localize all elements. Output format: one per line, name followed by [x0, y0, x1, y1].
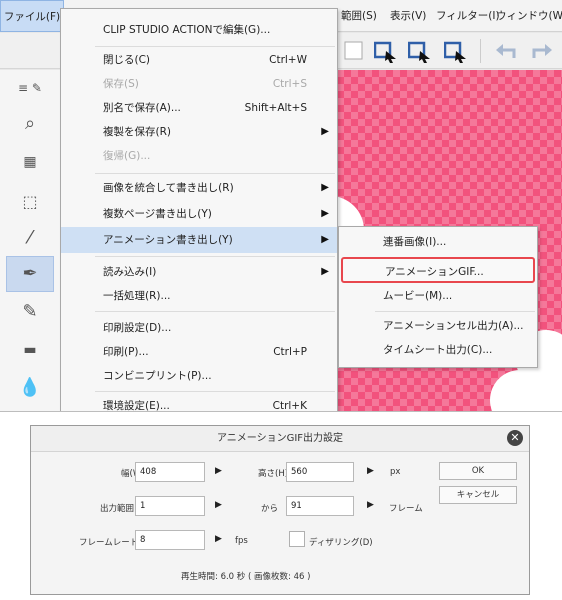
figure-icon: ▬ [23, 342, 37, 358]
menu-item-convenience-print[interactable]: コンビニプリント(P)... [61, 363, 337, 389]
zoom-tool[interactable]: ⌕ [6, 106, 54, 142]
submenu-item-sequence[interactable]: 連番画像(I)... [339, 229, 537, 255]
submenu-item-movie[interactable]: ムービー(M)... [339, 283, 537, 309]
menu-item-import[interactable]: 読み込み(I) ▶ [61, 259, 337, 285]
menu-item-batch[interactable]: 一括処理(R)... [61, 283, 337, 309]
size-unit: px [390, 467, 401, 477]
screenshot-stage: ファイル(F) 範囲(S) 表示(V) フィルター(I) ウィンドウ(W) ≡ … [0, 0, 562, 600]
submenu-arrow-icon: ▶ [321, 126, 329, 137]
menu-window[interactable]: ウィンドウ(W) [496, 0, 562, 32]
menu-item-export-merged[interactable]: 画像を統合して書き出し(R) ▶ [61, 175, 337, 201]
submenu-item-animated-gif[interactable]: アニメーションGIF... [341, 257, 535, 283]
submenu-arrow-icon: ▶ [321, 208, 329, 219]
close-icon[interactable]: ✕ [507, 430, 523, 446]
brush-icon: ✎ [22, 301, 38, 322]
select-layer-icon[interactable] [374, 41, 398, 63]
framerate-input[interactable]: 8 [135, 530, 205, 550]
selection-tool[interactable]: ⬚ [6, 184, 54, 220]
menu-item-print[interactable]: 印刷(P)... Ctrl+P [61, 339, 337, 365]
file-menu: CLIP STUDIO ACTIONで編集(G)... 閉じる(C) Ctrl+W… [60, 8, 338, 411]
menu-filter[interactable]: フィルター(I) [436, 0, 500, 32]
menu-view[interactable]: 表示(V) [390, 0, 426, 32]
dialog-title: アニメーションGIF出力設定 [31, 426, 529, 452]
select-layer-icon-2[interactable] [408, 41, 432, 63]
submenu-arrow-icon: ▶ [321, 234, 329, 245]
redo-icon[interactable] [530, 42, 554, 60]
figure-tool[interactable]: ▬ [6, 332, 54, 368]
width-spin-icon[interactable]: ▶ [215, 466, 222, 476]
menu-separator [95, 173, 335, 174]
menu-item-edit-action[interactable]: CLIP STUDIO ACTIONで編集(G)... [61, 17, 337, 43]
width-input[interactable]: 408 [135, 462, 205, 482]
submenu-item-timesheet[interactable]: タイムシート出力(C)... [339, 337, 537, 363]
selection-icon: ⬚ [22, 192, 38, 211]
gif-export-dialog: アニメーションGIF出力設定 ✕ 幅(W): 408 ▶ 高さ(H): 560 … [30, 425, 530, 595]
clip-studio-app: ファイル(F) 範囲(S) 表示(V) フィルター(I) ウィンドウ(W) ≡ … [0, 0, 562, 412]
range-label: 出力範囲 [100, 504, 135, 514]
framerate-spin-icon[interactable]: ▶ [215, 534, 222, 544]
range-unit: フレーム [389, 504, 423, 514]
menu-file[interactable]: ファイル(F) [0, 0, 64, 32]
cancel-button[interactable]: キャンセル [439, 486, 517, 504]
pen-icon: ✒ [22, 263, 38, 284]
eyedropper-icon: ⁄ [28, 227, 32, 248]
menu-item-export-pages[interactable]: 複数ページ書き出し(Y) ▶ [61, 201, 337, 227]
range-to-input[interactable]: 91 [286, 496, 354, 516]
menu-item-print-settings[interactable]: 印刷設定(D)... [61, 315, 337, 341]
range-to-label: から [261, 504, 279, 514]
submenu-arrow-icon: ▶ [321, 182, 329, 193]
layer-move-tool[interactable]: ▦ [6, 144, 54, 180]
zoom-icon: ⌕ [24, 113, 36, 134]
submenu-arrow-icon: ▶ [321, 266, 329, 277]
menu-separator [375, 311, 535, 312]
animation-export-submenu: 連番画像(I)... アニメーションGIF... ムービー(M)... アニメー… [338, 226, 538, 368]
range-from-spin-icon[interactable]: ▶ [215, 500, 222, 510]
layer-icon: ▦ [23, 154, 37, 170]
select-layer-icon-3[interactable] [444, 41, 468, 63]
submenu-item-cell-output[interactable]: アニメーションセル出力(A)... [339, 313, 537, 339]
tool-panel: ≡ ✎ ⌕ ▦ ⬚ ⁄ ✒ ✎ ▬ 💧 [0, 70, 62, 411]
menu-item-save[interactable]: 保存(S) Ctrl+S [61, 71, 337, 97]
menu-item-export-animation[interactable]: アニメーション書き出し(Y) ▶ [61, 227, 337, 253]
framerate-unit: fps [235, 536, 248, 546]
menu-separator [95, 311, 335, 312]
menu-item-close[interactable]: 閉じる(C) Ctrl+W [61, 47, 337, 73]
dither-checkbox[interactable] [289, 531, 305, 547]
range-to-spin-icon[interactable]: ▶ [367, 500, 374, 510]
menu-separator [95, 391, 335, 392]
toolbar-divider [480, 39, 481, 63]
range-from-input[interactable]: 1 [135, 496, 205, 516]
playback-info: 再生時間: 6.0 秒 ( 画像枚数: 46 ) [181, 572, 311, 582]
height-spin-icon[interactable]: ▶ [367, 466, 374, 476]
dither-label: ディザリング(D) [309, 538, 373, 548]
menu-item-preferences[interactable]: 環境設定(E)... Ctrl+K [61, 393, 337, 411]
menu-item-save-copy[interactable]: 複製を保存(R) ▶ [61, 119, 337, 145]
menu-separator [95, 256, 335, 257]
tool-sub-tabs[interactable]: ≡ ✎ [6, 70, 54, 106]
fill-tool[interactable]: 💧 [6, 370, 54, 406]
undo-icon[interactable] [494, 42, 518, 60]
pen-tool[interactable]: ✒ [6, 256, 54, 292]
ok-button[interactable]: OK [439, 462, 517, 480]
menu-item-revert[interactable]: 復帰(G)... [61, 143, 337, 169]
height-input[interactable]: 560 [286, 462, 354, 482]
menu-item-save-as[interactable]: 別名で保存(A)... Shift+Alt+S [61, 95, 337, 121]
eyedropper-tool[interactable]: ⁄ [6, 220, 54, 256]
menu-selection[interactable]: 範囲(S) [341, 0, 377, 32]
blank-icon[interactable] [344, 41, 364, 61]
fill-icon: 💧 [18, 377, 42, 398]
brush-tool[interactable]: ✎ [6, 294, 54, 330]
